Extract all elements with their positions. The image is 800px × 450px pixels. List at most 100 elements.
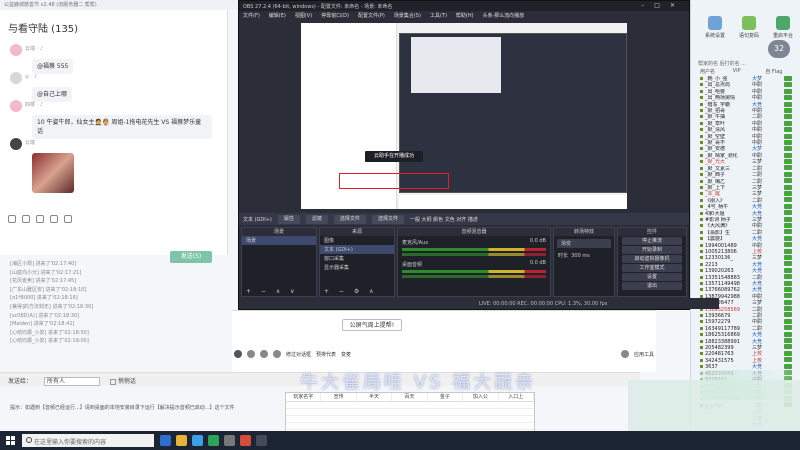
photo-message[interactable] bbox=[32, 153, 74, 193]
log-entry: [sc08D(A)] 进来了'02:18:30] bbox=[10, 312, 80, 319]
maximize-icon[interactable]: □ bbox=[654, 2, 670, 9]
dock-title: 转场特效 bbox=[554, 228, 614, 236]
windows-start-icon[interactable] bbox=[6, 436, 15, 445]
transition-select[interactable]: 渐变 bbox=[557, 239, 611, 248]
menu-docks[interactable]: 停靠窗口(D) bbox=[321, 12, 349, 20]
microphone-icon[interactable] bbox=[234, 350, 242, 358]
source-item[interactable]: 显示器采集 bbox=[320, 263, 394, 272]
recipient-select[interactable]: 所有人 bbox=[43, 377, 100, 386]
source-actions[interactable]: + − ⚙ ∧ ∨ bbox=[320, 287, 394, 304]
volume-slider[interactable] bbox=[402, 275, 546, 278]
preview-nested-window bbox=[411, 37, 501, 93]
studio-mode-button[interactable]: 工作室模式 bbox=[622, 264, 682, 272]
flag-icon bbox=[784, 171, 792, 177]
chat-title: 与看守陆 (135) bbox=[8, 24, 79, 35]
virtual-camera-button[interactable]: 启动虚拟摄像机 bbox=[622, 255, 682, 263]
phrase-button[interactable]: 语句复码 bbox=[735, 16, 763, 39]
sheet-header: 玩家名字 宣传 半天 百天 金子 加入公 入口上 bbox=[286, 393, 534, 402]
filters-button[interactable]: 滤镜 bbox=[305, 214, 328, 224]
tool-label[interactable]: 预排代表 bbox=[316, 351, 336, 358]
mic-toggle-icon[interactable] bbox=[247, 350, 255, 358]
start-recording-button[interactable]: 开始录制 bbox=[622, 246, 682, 254]
menu-file[interactable]: 文件(F) bbox=[243, 12, 260, 20]
source-item[interactable]: 文本 (GDI+) bbox=[320, 245, 394, 254]
log-entry: [兼得]的方法刻无] 进来了'02:18:30] bbox=[10, 303, 94, 310]
restart-button[interactable]: 重启平台 bbox=[769, 16, 797, 39]
folder-icon[interactable] bbox=[36, 215, 44, 223]
taskbar: 在这里输入你要搜索的内容 bbox=[0, 431, 800, 450]
menu-view[interactable]: 视图(V) bbox=[295, 12, 312, 20]
selection-box[interactable] bbox=[339, 173, 449, 189]
obs-menubar: 文件(F) 编辑(E) 视图(V) 停靠窗口(D) 配置文件(P) 场景集合(S… bbox=[239, 11, 689, 21]
menu-edit[interactable]: 编辑(E) bbox=[269, 12, 286, 20]
source-item[interactable]: 窗口采集 bbox=[320, 254, 394, 263]
app-icon[interactable] bbox=[224, 435, 235, 446]
menu-tools[interactable]: 工具(T) bbox=[430, 12, 447, 20]
whisper-checkbox[interactable]: 悄悄话 bbox=[109, 376, 136, 385]
video-watermark: 牛大雀局哇 VS 福大蔬亲 bbox=[300, 372, 537, 393]
minimize-icon[interactable]: – bbox=[641, 2, 654, 9]
record-icon[interactable] bbox=[620, 350, 629, 358]
gear-icon bbox=[708, 16, 722, 30]
settings-button[interactable]: 设置 bbox=[622, 273, 682, 281]
volume-slider[interactable] bbox=[402, 253, 546, 256]
chat-message: 四楼 · ♪ 10 午姿牛郎，仙女主🤵👰 周姐-1拖电花先生 VS 福蔡梦乐童话 bbox=[10, 100, 220, 139]
close-icon[interactable]: ✕ bbox=[670, 2, 685, 9]
source-item[interactable]: 图像 bbox=[320, 236, 394, 245]
sheet-column: 百天 bbox=[392, 393, 428, 401]
menu-extra[interactable]: 头条·那么流向播放 bbox=[483, 12, 525, 20]
task-view-icon[interactable] bbox=[160, 435, 171, 446]
app-icon[interactable] bbox=[240, 435, 251, 446]
column-header[interactable]: 用户名 bbox=[700, 68, 733, 76]
scissors-icon[interactable] bbox=[22, 215, 30, 223]
scene-actions[interactable]: + − ∧ ∨ bbox=[242, 287, 316, 296]
preview-banner: 云助手在开播成功 bbox=[365, 151, 423, 162]
scene-item[interactable]: 场景 bbox=[242, 236, 316, 245]
log-entry: [ɑ1ª8000] 进来了'02:18:16] bbox=[10, 295, 78, 302]
duration-input[interactable]: 300 ms bbox=[571, 253, 590, 259]
chat-window: 与看守陆 (135) 云端 · ♪ @福蔡 555 ◎ · ♪ @自己上哪 四楼… bbox=[0, 10, 228, 263]
taskbar-search-input[interactable]: 在这里输入你要搜索的内容 bbox=[22, 434, 154, 447]
obs-preview[interactable]: 云助手在开播成功 bbox=[301, 23, 627, 209]
flag-icon bbox=[784, 178, 792, 184]
avatar bbox=[10, 72, 22, 84]
choose-file-button-2[interactable]: 选择文件 bbox=[371, 214, 404, 224]
chat-history-icon[interactable] bbox=[64, 215, 72, 223]
properties-button[interactable]: 属性 bbox=[277, 214, 300, 224]
flag-icon bbox=[784, 133, 792, 139]
choose-file-button[interactable]: 选择文件 bbox=[333, 214, 366, 224]
menu-scene-collection[interactable]: 场景集合(S) bbox=[394, 12, 421, 20]
flag-icon bbox=[784, 76, 792, 81]
sources-dock: 来源 图像 文本 (GDI+) 窗口采集 显示器采集 + − ⚙ ∧ ∨ bbox=[319, 227, 395, 304]
flag-icon bbox=[784, 165, 792, 171]
app-icon[interactable] bbox=[208, 435, 219, 446]
exit-button[interactable]: 退出 bbox=[622, 282, 682, 290]
video-icon[interactable] bbox=[273, 350, 281, 358]
emoji-icon[interactable] bbox=[8, 215, 16, 223]
flag-icon bbox=[784, 325, 792, 331]
obs-taskbar-icon[interactable] bbox=[256, 435, 267, 446]
system-settings-button[interactable]: 系统设置 bbox=[701, 16, 729, 39]
log-entry: [海区小规] 进来了'02:17:40] bbox=[10, 261, 77, 267]
sheet-column: 半天 bbox=[357, 393, 393, 401]
flag-icon bbox=[784, 184, 792, 190]
browser-icon[interactable] bbox=[192, 435, 203, 446]
window-controls[interactable]: –□✕ bbox=[641, 2, 685, 9]
flag-icon bbox=[784, 159, 792, 165]
tip-notice: 提示：如遇到【音频已经运行...】请到桌面的本地安装目录下运行【解决提示音频已启… bbox=[10, 405, 235, 411]
transitions-dock: 转场特效 渐变 时长 300 ms bbox=[553, 227, 615, 297]
tool-label[interactable]: 变麦 bbox=[341, 351, 351, 358]
live-prompt-button[interactable]: 公屏气周上提帮! bbox=[342, 319, 402, 331]
speaker-icon[interactable] bbox=[260, 350, 268, 358]
stop-streaming-button[interactable]: 停止推流 bbox=[622, 237, 682, 245]
column-header[interactable]: VIP bbox=[733, 68, 766, 76]
menu-profile[interactable]: 配置文件(P) bbox=[358, 12, 385, 20]
tool-label[interactable]: 修过对话框 bbox=[286, 351, 311, 358]
decorative-overlay bbox=[700, 370, 800, 400]
menu-help[interactable]: 帮助(H) bbox=[456, 12, 474, 20]
column-header[interactable]: 自 Flag bbox=[765, 68, 798, 76]
apps-label[interactable]: 应用工具 bbox=[634, 351, 654, 358]
image-icon[interactable] bbox=[50, 215, 58, 223]
explorer-icon[interactable] bbox=[176, 435, 187, 446]
flag-icon bbox=[784, 357, 792, 363]
